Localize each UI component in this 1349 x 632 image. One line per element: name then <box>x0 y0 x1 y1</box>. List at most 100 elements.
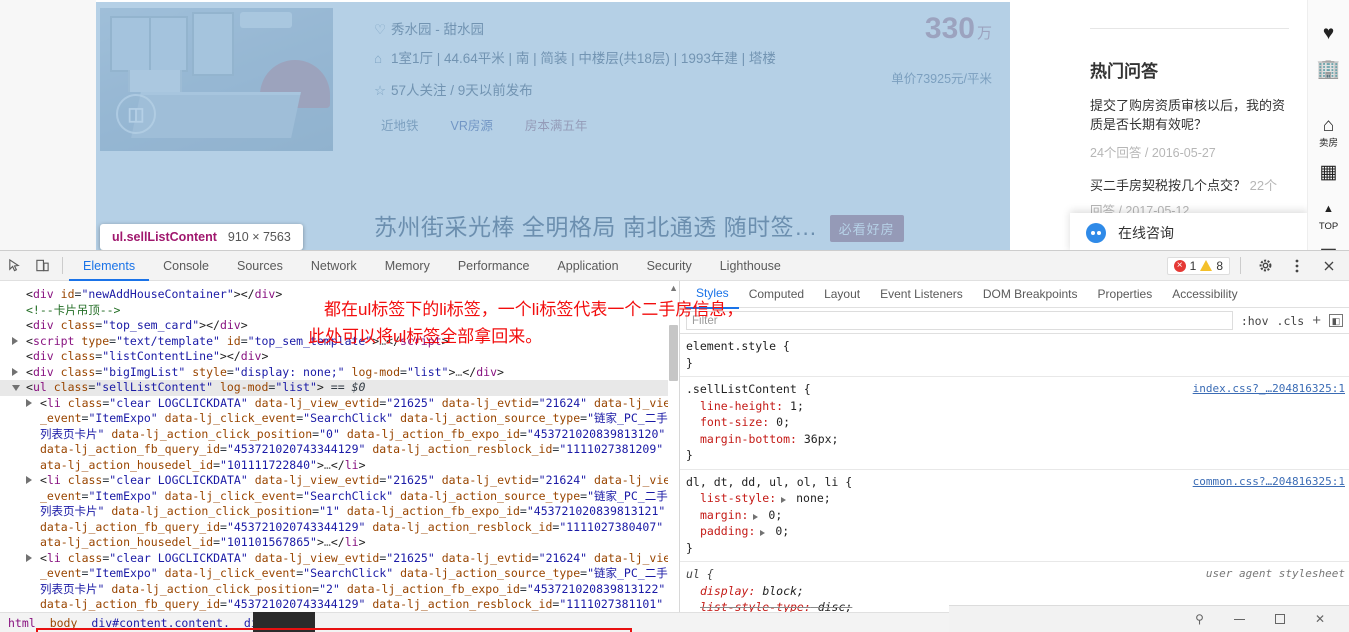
tab-sources[interactable]: Sources <box>223 251 297 281</box>
close-icon[interactable]: ✕ <box>1315 612 1325 626</box>
style-value[interactable]: 0; <box>769 415 790 429</box>
tab-layout[interactable]: Layout <box>814 281 870 308</box>
dom-node-line[interactable]: <li class="clear LOGCLICKDATA" data-lj_v… <box>0 551 679 613</box>
tab-application[interactable]: Application <box>543 251 632 281</box>
dom-node-line[interactable]: <div class="listContentLine"></div> <box>0 349 679 365</box>
toolbar-divider-2 <box>1240 257 1241 274</box>
tab-memory[interactable]: Memory <box>371 251 444 281</box>
minimize-icon[interactable] <box>1233 618 1245 620</box>
style-value[interactable]: none; <box>789 491 831 505</box>
style-declaration[interactable]: display: block; <box>686 583 1343 600</box>
expand-triangle-icon[interactable] <box>781 497 787 503</box>
style-value[interactable]: 0; <box>761 508 782 522</box>
maximize-icon[interactable] <box>1274 614 1285 624</box>
tab-console[interactable]: Console <box>149 251 223 281</box>
sell-house-label: 卖房 <box>1318 138 1338 149</box>
close-icon[interactable] <box>1315 252 1343 280</box>
style-declaration[interactable]: font-size: 0; <box>686 414 1343 431</box>
rail-divider <box>1090 28 1289 29</box>
style-rule[interactable]: index.css?_…204816325:1 .sellListContent … <box>680 377 1349 470</box>
toolbar-divider <box>62 257 63 274</box>
styles-filter-input[interactable]: Filter <box>686 311 1233 330</box>
style-declaration[interactable]: margin: 0; <box>686 507 1343 524</box>
dom-node-line[interactable]: <ul class="sellListContent" log-mod="lis… <box>0 380 679 396</box>
dom-node-line[interactable]: <li class="clear LOGCLICKDATA" data-lj_v… <box>0 396 679 474</box>
error-count: 1 <box>1189 258 1197 273</box>
tab-accessibility[interactable]: Accessibility <box>1162 281 1247 308</box>
tab-computed[interactable]: Computed <box>739 281 814 308</box>
dom-node-line[interactable]: <div class="bigImgList" style="display: … <box>0 365 679 381</box>
new-style-rule-icon[interactable]: + <box>1312 312 1321 329</box>
expand-triangle-icon[interactable] <box>26 476 32 484</box>
window-controls-bar: ⚲ ✕ <box>949 605 1349 632</box>
dom-scrollbar[interactable]: ▲ ▼ <box>668 281 679 632</box>
style-rule-source: user agent stylesheet <box>1205 567 1345 580</box>
tab-lighthouse[interactable]: Lighthouse <box>706 251 795 281</box>
qa-question-2-text: 买二手房契税按几个点交？ <box>1090 178 1247 193</box>
style-value[interactable]: 1; <box>783 399 804 413</box>
expand-triangle-icon[interactable] <box>753 513 759 520</box>
inspect-cursor-icon[interactable] <box>0 252 28 280</box>
style-property[interactable]: font-size: <box>686 415 769 429</box>
style-property[interactable]: display: <box>686 584 755 598</box>
heart-icon[interactable]: ♥ <box>1323 22 1334 46</box>
building-icon[interactable]: 🏢 <box>1317 58 1341 82</box>
online-chat-popup[interactable]: 在线咨询 <box>1070 213 1308 250</box>
sell-house-icon[interactable]: ⌂ 卖房 <box>1319 114 1338 149</box>
qa-question-1[interactable]: 提交了购房资质审核以后，我的资质是否长期有效呢？ <box>1090 96 1289 134</box>
style-declaration[interactable]: padding: 0; <box>686 523 1343 540</box>
style-rule-selector[interactable]: element.style { <box>686 338 1343 355</box>
qa-question-2[interactable]: 买二手房契税按几个点交？ 22个 <box>1090 175 1289 194</box>
style-property[interactable]: margin-bottom: <box>686 432 797 446</box>
style-property[interactable]: line-height: <box>686 399 783 413</box>
toggle-sidebar-icon[interactable]: ◧ <box>1329 314 1343 327</box>
hov-toggle[interactable]: :hov <box>1241 314 1269 328</box>
style-rule-source[interactable]: index.css?_…204816325:1 <box>1193 381 1345 398</box>
expand-triangle-icon[interactable] <box>12 385 20 395</box>
tab-security[interactable]: Security <box>633 251 706 281</box>
expand-triangle-icon[interactable] <box>26 398 32 407</box>
expand-triangle-icon[interactable] <box>26 553 32 562</box>
device-toolbar-icon[interactable] <box>28 252 56 280</box>
dom-node-line[interactable]: <li class="clear LOGCLICKDATA" data-lj_v… <box>0 473 679 551</box>
style-rule-source[interactable]: common.css?…204816325:1 <box>1193 474 1345 491</box>
style-declaration[interactable]: line-height: 1; <box>686 398 1343 415</box>
breadcrumb-html[interactable]: html <box>8 616 36 630</box>
qrcode-icon[interactable]: ▦ <box>1320 161 1338 185</box>
expand-triangle-icon[interactable] <box>760 530 766 536</box>
style-declaration[interactable]: margin-bottom: 36px; <box>686 431 1343 448</box>
style-rule[interactable]: common.css?…204816325:1 dl, dt, dd, ul, o… <box>680 470 1349 562</box>
devtools-tabs: Elements Console Sources Network Memory … <box>69 251 795 281</box>
style-property[interactable]: padding: <box>686 524 755 538</box>
floating-side-toolbar: ♥ 🏢 ⌂卖房 ▦ ▲TOP ▣ <box>1307 0 1349 250</box>
styles-tabbar: Styles Computed Layout Event Listeners D… <box>680 281 1349 309</box>
style-value[interactable]: block; <box>755 584 804 598</box>
issue-counts[interactable]: × 1 8 <box>1166 256 1230 275</box>
style-rule[interactable]: element.style {} <box>680 334 1349 377</box>
top-arrow-icon[interactable]: ▲ TOP <box>1319 197 1338 232</box>
scroll-up-arrow[interactable]: ▲ <box>669 283 678 293</box>
dom-scroll-thumb[interactable] <box>669 325 678 381</box>
annotation-line-1: 都在ul标签下的li标签，一个li标签代表一个二手房信息， <box>324 300 744 319</box>
style-property[interactable]: margin: <box>686 508 748 522</box>
tab-performance[interactable]: Performance <box>444 251 544 281</box>
tab-properties[interactable]: Properties <box>1088 281 1163 308</box>
style-property[interactable]: list-style: <box>686 491 776 505</box>
tab-event-listeners[interactable]: Event Listeners <box>870 281 973 308</box>
pin-icon[interactable]: ⚲ <box>1195 612 1204 626</box>
tooltip-selector: ul.sellListContent <box>112 230 217 244</box>
gear-icon[interactable] <box>1251 252 1279 280</box>
expand-triangle-icon[interactable] <box>12 336 18 345</box>
tab-elements[interactable]: Elements <box>69 251 150 281</box>
devtools-inspect-highlight <box>96 2 1010 250</box>
cls-toggle[interactable]: .cls <box>1277 314 1305 328</box>
expand-triangle-icon[interactable] <box>12 367 18 376</box>
kebab-menu-icon[interactable] <box>1283 252 1311 280</box>
breadcrumb-content[interactable]: div#content.content. <box>91 616 229 630</box>
style-value[interactable]: 0; <box>768 524 789 538</box>
style-value[interactable]: 36px; <box>797 432 839 446</box>
breadcrumb-body[interactable]: body <box>50 616 78 630</box>
tab-network[interactable]: Network <box>297 251 371 281</box>
style-declaration[interactable]: list-style: none; <box>686 490 1343 507</box>
tab-dom-breakpoints[interactable]: DOM Breakpoints <box>973 281 1088 308</box>
